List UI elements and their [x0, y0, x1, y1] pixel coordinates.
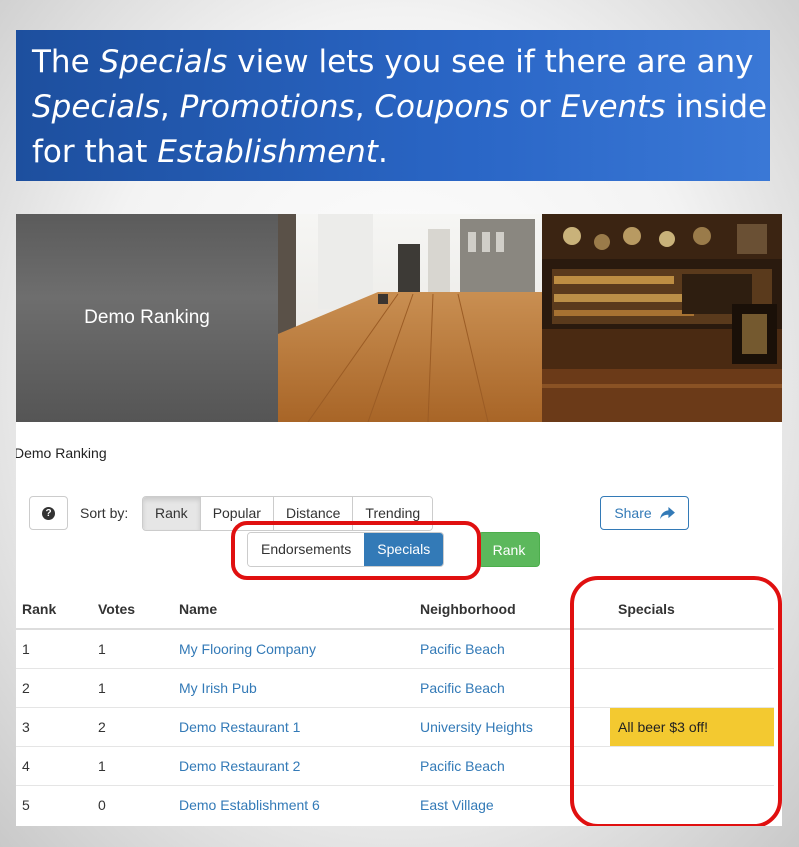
neighborhood-link[interactable]: Pacific Beach [420, 758, 505, 774]
share-arrow-icon [659, 506, 675, 519]
banner-emphasis: Promotions [179, 89, 355, 125]
rank-cell: 3 [16, 707, 98, 747]
banner-text: , [354, 89, 375, 125]
header-rank: Rank [16, 590, 98, 630]
establishment-link[interactable]: Demo Restaurant 1 [179, 719, 300, 735]
banner-emphasis: Specials [99, 44, 228, 80]
hero-image-floor [278, 214, 542, 422]
hero-title: Demo Ranking [16, 214, 278, 422]
votes-cell: 2 [98, 707, 179, 747]
neighborhood-link[interactable]: Pacific Beach [420, 680, 505, 696]
rank-cell: 5 [16, 785, 98, 824]
instruction-banner: The Specials view lets you see if there … [16, 30, 770, 181]
hero-image-pub [542, 214, 782, 422]
neighborhood-link[interactable]: University Heights [420, 719, 533, 735]
votes-cell: 1 [98, 746, 179, 786]
header-votes: Votes [98, 590, 179, 630]
banner-text: The [32, 44, 100, 80]
rank-button[interactable]: Rank [478, 532, 540, 567]
votes-cell: 0 [98, 785, 179, 824]
ranking-caption: Demo Ranking [16, 445, 107, 461]
banner-emphasis: Events [560, 89, 666, 125]
view-toggle-highlight [231, 521, 481, 580]
help-button[interactable]: ? [29, 496, 68, 530]
banner-emphasis: Establishment [157, 134, 378, 170]
share-button[interactable]: Share [600, 496, 689, 530]
sort-by-label: Sort by: [80, 505, 129, 521]
banner-text: view lets you see if there are any [227, 44, 754, 80]
establishment-link[interactable]: Demo Establishment 6 [179, 797, 320, 813]
establishment-link[interactable]: Demo Restaurant 2 [179, 758, 300, 774]
rank-cell: 1 [16, 628, 98, 669]
banner-text: . [377, 134, 388, 170]
votes-cell: 1 [98, 628, 179, 669]
sort-rank-button[interactable]: Rank [143, 497, 201, 530]
ranking-panel: Demo Ranking Demo Ranking ? Sort by: Ran… [16, 214, 782, 826]
rank-cell: 2 [16, 668, 98, 708]
banner-text: , [159, 89, 180, 125]
specials-column-highlight [570, 576, 782, 826]
neighborhood-link[interactable]: Pacific Beach [420, 641, 505, 657]
neighborhood-link[interactable]: East Village [420, 797, 494, 813]
header-name: Name [179, 590, 420, 630]
rank-cell: 4 [16, 746, 98, 786]
hero-header: Demo Ranking [16, 214, 782, 422]
question-circle-icon: ? [42, 506, 55, 520]
banner-emphasis: Coupons [374, 89, 510, 125]
establishment-link[interactable]: My Flooring Company [179, 641, 316, 657]
banner-text: or [509, 89, 561, 125]
votes-cell: 1 [98, 668, 179, 708]
banner-emphasis: Specials [32, 89, 160, 125]
establishment-link[interactable]: My Irish Pub [179, 680, 257, 696]
share-label: Share [614, 505, 652, 521]
